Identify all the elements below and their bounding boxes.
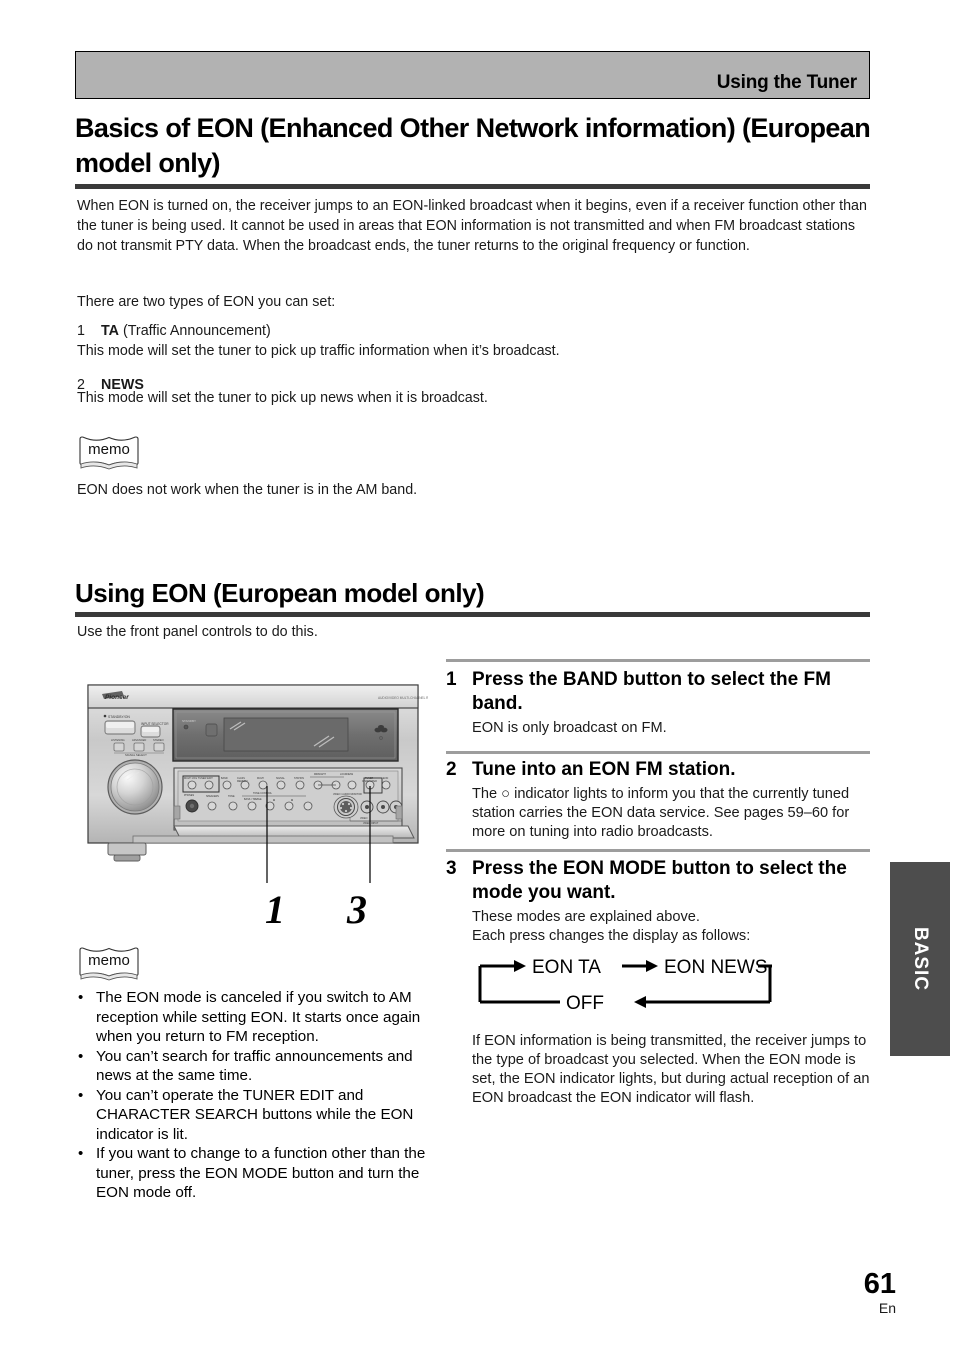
cycle-state-eon-ta: EON TA xyxy=(532,957,601,978)
svg-text:BASS / TREBLE: BASS / TREBLE xyxy=(244,798,262,801)
step-1-body: EON is only broadcast on FM. xyxy=(472,720,667,736)
svg-text:VIDEO / AUDIO MONITOR: VIDEO / AUDIO MONITOR xyxy=(333,793,362,796)
step-2-body: The ○ indicator lights to inform you tha… xyxy=(472,786,850,840)
eon-type-1-description: This mode will set the tuner to pick up … xyxy=(77,343,560,359)
manual-page: { "header": { "running_title": "Using th… xyxy=(0,0,954,1348)
step-3-index: 3 xyxy=(446,858,457,879)
section-title-rule xyxy=(75,612,870,617)
eon-type-2-description: This mode will set the tuner to pick up … xyxy=(77,390,488,406)
step-3-body: These modes are explained above. Each pr… xyxy=(472,909,751,944)
step-2: 2 Tune into an EON FM station. The ○ ind… xyxy=(446,758,870,842)
svg-text:SPEAKERS: SPEAKERS xyxy=(206,795,219,798)
svg-text:TONE CONTROL: TONE CONTROL xyxy=(253,792,273,795)
svg-text:STATION: STATION xyxy=(294,777,304,780)
eon-type-1-index: 1 xyxy=(77,323,85,339)
front-panel-note: Use the front panel controls to do this. xyxy=(77,624,318,640)
eon-type-1-term-suffix: (Traffic Announcement) xyxy=(119,323,271,339)
svg-text:MULTI JOG TUNER EDIT: MULTI JOG TUNER EDIT xyxy=(184,777,213,780)
bullet-marker: • xyxy=(78,989,84,1006)
svg-text:BAND: BAND xyxy=(221,777,228,780)
svg-text:MULTI: MULTI xyxy=(257,777,264,780)
bullet-marker: • xyxy=(78,1086,84,1104)
cycle-state-eon-news: EON NEWS xyxy=(664,957,767,978)
svg-text:TONE: TONE xyxy=(228,795,235,798)
list-item: • You can’t search for traffic announcem… xyxy=(78,1047,426,1086)
list-item: • If you want to change to a function ot… xyxy=(78,1144,426,1203)
section-title-using-eon: Using EON (European model only) xyxy=(75,578,485,608)
svg-text:PHONES: PHONES xyxy=(184,794,195,797)
closing-paragraph: If EON information is being transmitted,… xyxy=(472,1033,870,1106)
list-item-text: If you want to change to a function othe… xyxy=(96,1145,426,1201)
svg-text:STANDBY/ON: STANDBY/ON xyxy=(108,715,130,719)
step-3-heading: 3 Press the EON MODE button to select th… xyxy=(446,857,870,905)
memo-bullet-list: • The EON mode is canceled if you switch… xyxy=(78,988,426,1203)
step-divider xyxy=(446,849,870,852)
callout-number-1: 1 xyxy=(265,887,285,932)
list-item: • You can’t operate the TUNER EDIT and C… xyxy=(78,1086,426,1145)
types-intro-line: There are two types of EON you can set: xyxy=(77,294,336,310)
svg-text:LOUDNESS: LOUDNESS xyxy=(340,773,354,776)
intro-paragraph: When EON is turned on, the receiver jump… xyxy=(77,198,867,254)
memo-icon-label: memo xyxy=(88,441,130,458)
svg-text:MEMORY: MEMORY xyxy=(237,780,248,783)
step-3: 3 Press the EON MODE button to select th… xyxy=(446,857,870,946)
bullet-marker: • xyxy=(78,1145,84,1162)
memo-1-text: EON does not work when the tuner is in t… xyxy=(77,482,418,498)
step-2-index: 2 xyxy=(446,759,457,780)
memo-icon-label: memo xyxy=(88,952,130,969)
svg-text:STANDBY: STANDBY xyxy=(182,719,196,723)
page-title: Basics of EON (Enhanced Other Network in… xyxy=(75,113,871,178)
svg-text:LISTENING: LISTENING xyxy=(111,738,125,742)
svg-text:MIDNIGHT: MIDNIGHT xyxy=(314,773,326,776)
list-item-text: The EON mode is canceled if you switch t… xyxy=(96,989,421,1045)
svg-text:AUDIO/VIDEO MULTI-CHANNEL RECE: AUDIO/VIDEO MULTI-CHANNEL RECEIVER xyxy=(378,696,428,700)
step-divider xyxy=(446,751,870,754)
svg-text:ADVANCED: ADVANCED xyxy=(132,738,146,742)
eon-type-1-term: TA xyxy=(101,323,119,339)
list-item: • The EON mode is canceled if you switch… xyxy=(78,988,426,1047)
svg-text:INPUT SELECTOR: INPUT SELECTOR xyxy=(141,722,169,726)
step-1-heading: 1 Press the BAND button to select the FM… xyxy=(446,668,870,716)
bullet-marker: • xyxy=(78,1047,84,1065)
step-1-title: Press the BAND button to select the FM b… xyxy=(472,669,831,714)
step-2-title: Tune into an EON FM station. xyxy=(472,759,736,780)
page-number: 61 xyxy=(863,1268,896,1300)
svg-text:VIDEO INPUT: VIDEO INPUT xyxy=(363,822,379,825)
section-side-tab: BASIC xyxy=(890,862,950,1056)
eon-mode-cycle-diagram: EON TA EON NEWS OFF xyxy=(470,952,780,1014)
title-rule xyxy=(75,184,870,189)
svg-text:STEREO: STEREO xyxy=(153,738,164,742)
running-header-bar: Using the Tuner xyxy=(75,51,870,99)
step-3-title: Press the EON MODE button to select the … xyxy=(472,858,847,903)
page-language-code: En xyxy=(878,1300,896,1316)
step-1-index: 1 xyxy=(446,669,457,690)
list-item-text: You can’t operate the TUNER EDIT and CHA… xyxy=(96,1086,414,1143)
svg-text:VIDEO: VIDEO xyxy=(360,817,368,820)
eon-type-1-heading: 1 TA (Traffic Announcement) xyxy=(77,321,271,341)
list-item-text: You can’t search for traffic announcemen… xyxy=(96,1047,413,1085)
running-header-title: Using the Tuner xyxy=(716,72,857,93)
cycle-state-off: OFF xyxy=(566,993,604,1014)
step-2-heading: 2 Tune into an EON FM station. xyxy=(446,758,870,782)
receiver-front-panel-illustration: Pioneer AUDIO/VIDEO MULTI-CHANNEL RECEIV… xyxy=(78,678,428,933)
svg-text:Pioneer: Pioneer xyxy=(105,694,129,701)
section-side-tab-label: BASIC xyxy=(910,926,931,992)
callout-number-3: 3 xyxy=(347,887,367,932)
step-divider xyxy=(446,659,870,662)
svg-text:EON: EON xyxy=(383,777,388,780)
svg-text:SIGNAL: SIGNAL xyxy=(276,777,285,780)
step-1: 1 Press the BAND button to select the FM… xyxy=(446,668,870,738)
svg-text:SIGNAL SELECT: SIGNAL SELECT xyxy=(125,753,147,757)
memo-icon: memo xyxy=(78,435,140,473)
memo-icon: memo xyxy=(78,946,140,984)
